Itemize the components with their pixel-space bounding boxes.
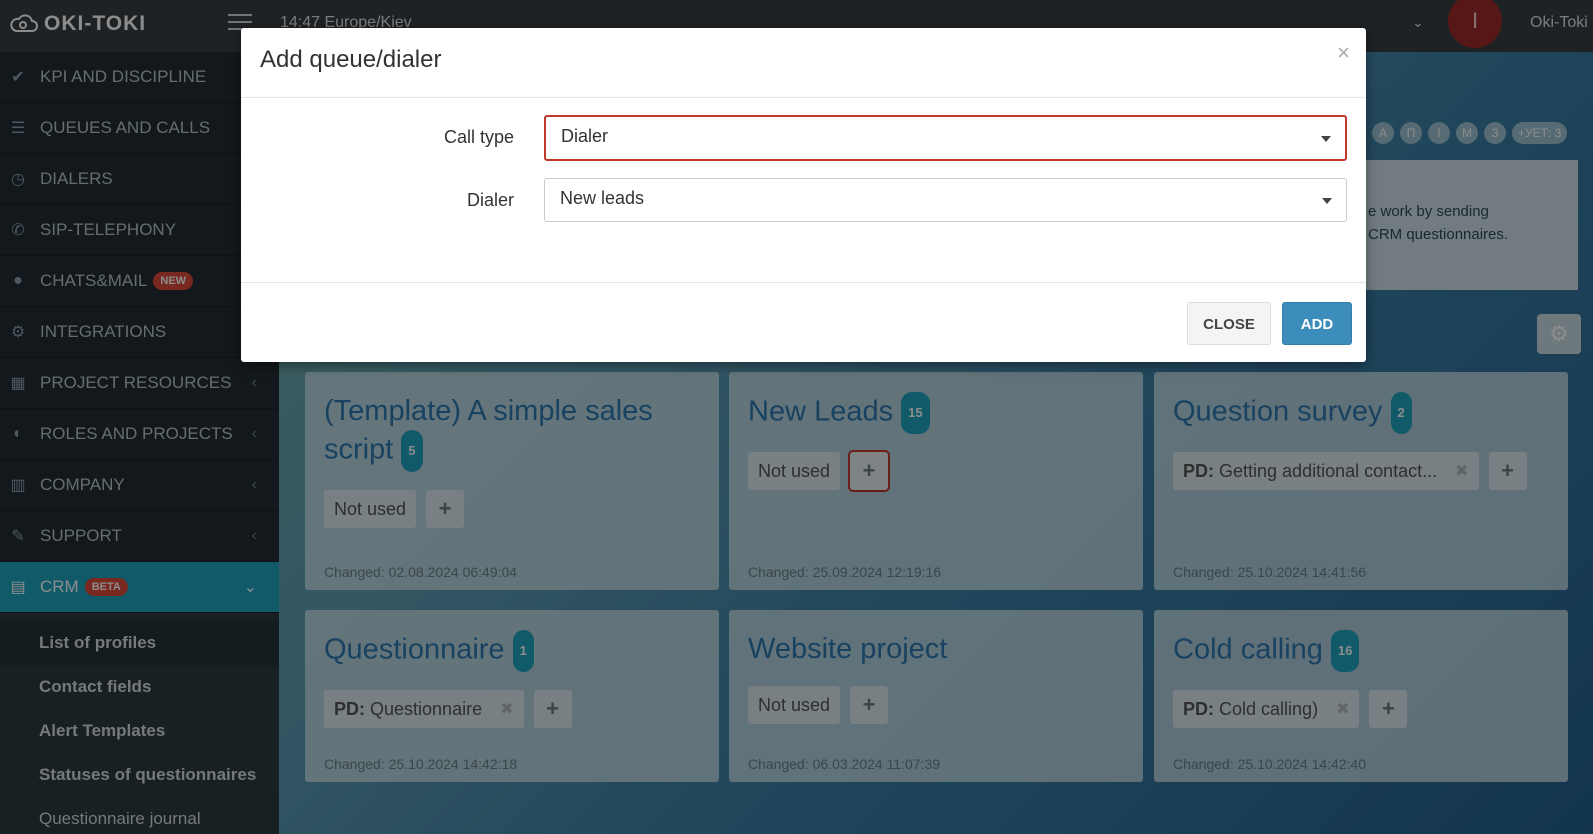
- add-queue-modal: Add queue/dialer × Call type Dialer Dial…: [241, 28, 1366, 362]
- call-type-select[interactable]: Dialer: [544, 115, 1347, 161]
- add-button[interactable]: ADD: [1282, 302, 1352, 345]
- caret-down-icon: [1322, 198, 1332, 204]
- close-icon[interactable]: ×: [1337, 40, 1350, 66]
- dialer-select[interactable]: New leads: [544, 178, 1347, 222]
- dialer-row: Dialer New leads: [241, 178, 1366, 224]
- modal-footer: CLOSE ADD: [241, 282, 1366, 362]
- modal-header: Add queue/dialer ×: [241, 28, 1366, 98]
- call-type-value: Dialer: [561, 126, 609, 146]
- dialer-label: Dialer: [466, 190, 514, 210]
- modal-title: Add queue/dialer: [260, 46, 442, 73]
- caret-down-icon: [1321, 136, 1331, 142]
- close-button[interactable]: CLOSE: [1187, 302, 1271, 345]
- call-type-row: Call type Dialer: [241, 115, 1366, 161]
- dialer-value: New leads: [560, 188, 645, 208]
- call-type-label: Call type: [443, 127, 514, 147]
